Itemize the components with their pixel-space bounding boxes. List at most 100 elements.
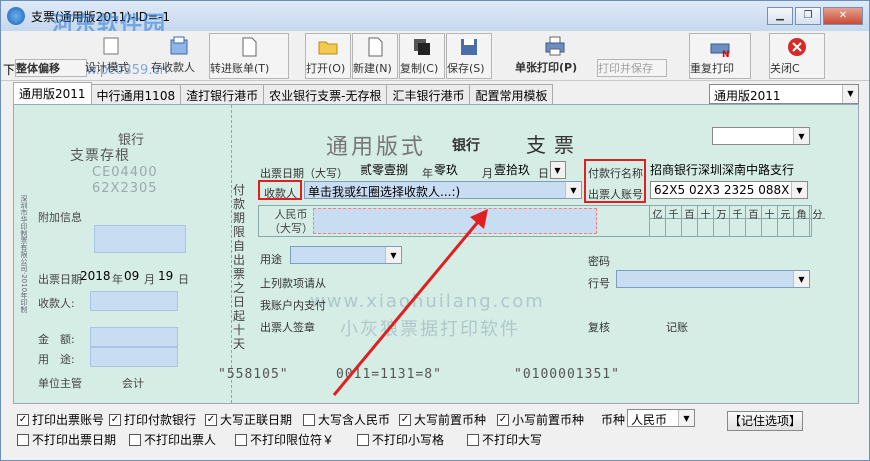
- option-checkbox[interactable]: 不打印出票日期: [17, 431, 116, 448]
- option-label: 不打印出票日期: [32, 433, 117, 447]
- stub-amount-field[interactable]: [90, 327, 178, 347]
- digit-header: 分: [810, 206, 825, 221]
- option-checkbox[interactable]: ✓ 打印付款银行: [109, 411, 196, 428]
- date-month: 零玖: [434, 163, 459, 177]
- cheque-stub: 银行 支票存根 CE04400 62X2305 深圳市华印制票有限公司·2010…: [14, 105, 232, 403]
- chevron-down-icon: ▼: [793, 128, 809, 144]
- account-select[interactable]: 62X5 02X3 2325 088X ▼: [650, 181, 808, 199]
- new-label: 新建(N): [353, 62, 392, 75]
- checkbox-empty-icon[interactable]: [17, 433, 29, 446]
- tab-standard-chartered-hkd[interactable]: 渣打银行港币: [180, 84, 265, 104]
- stub-attach-field[interactable]: [94, 225, 186, 253]
- toolbar-partial-label: 下: [3, 63, 16, 77]
- folder-open-icon: [318, 41, 338, 55]
- date-select[interactable]: ▼: [550, 161, 566, 179]
- option-checkbox[interactable]: 不打印小写格: [357, 431, 444, 448]
- repeat-print-label: 重复打印: [690, 62, 734, 75]
- option-label: 打印出票账号: [32, 413, 105, 427]
- digit-header: 百: [746, 206, 761, 221]
- cheque-type-select[interactable]: ▼: [712, 127, 810, 145]
- option-checkbox[interactable]: ✓ 大写前置币种: [399, 411, 486, 428]
- account-value: 62X5 02X3 2325 088X: [654, 183, 790, 197]
- amount-upper-field[interactable]: [313, 208, 597, 234]
- option-checkbox[interactable]: ✓ 小写前置币种: [497, 411, 584, 428]
- main-window: 支票(通用版2011)-ID=-1 河东软件园 ▁ ❐ ✕ www.pc0359…: [0, 0, 870, 461]
- validity-vertical-text: 付款期限自出票之日起十天: [232, 183, 245, 351]
- minimize-button[interactable]: ▁: [767, 7, 793, 25]
- amount-digit-grid: 亿千百十万千百十元角分: [649, 206, 825, 236]
- option-checkbox[interactable]: 不打印限位符￥: [235, 431, 334, 448]
- watermark-site: www.xiaohuilang.com: [310, 291, 545, 312]
- drawer-sign: 出票人签章: [260, 321, 315, 334]
- option-checkbox[interactable]: 不打印大写: [467, 431, 542, 448]
- option-checkbox[interactable]: 大写含人民币: [303, 411, 390, 428]
- stub-payee-field[interactable]: [90, 291, 178, 311]
- digit-header: 角: [794, 206, 809, 221]
- save-button[interactable]: 保存(S): [446, 33, 492, 79]
- stub-year-unit: 年: [112, 273, 123, 286]
- open-button[interactable]: 打开(O): [305, 33, 351, 79]
- option-checkbox[interactable]: 不打印出票人: [129, 431, 216, 448]
- option-label: 大写前置币种: [414, 413, 487, 427]
- whole-move-button[interactable]: 整体偏移: [15, 59, 87, 77]
- checkbox-checked-icon[interactable]: ✓: [109, 413, 121, 426]
- checkbox-checked-icon[interactable]: ✓: [17, 413, 29, 426]
- remember-options-button[interactable]: 【记住选项】: [727, 411, 803, 431]
- copy-button[interactable]: 复制(C): [399, 33, 445, 79]
- checkbox-empty-icon[interactable]: [235, 433, 247, 446]
- tab-common-templates[interactable]: 配置常用模板: [469, 84, 554, 104]
- tab-boc-1108[interactable]: 中行通用1108: [90, 84, 182, 104]
- template-select-value: 通用版2011: [714, 89, 781, 103]
- digit-header: 万: [714, 206, 729, 221]
- template-select[interactable]: 通用版2011 ▼: [709, 84, 859, 104]
- usage-select[interactable]: ▼: [290, 246, 402, 264]
- digit-cell: 千: [729, 206, 745, 236]
- save-payee-button[interactable]: 存收款人: [151, 33, 207, 79]
- tab-general-2011[interactable]: 通用版2011: [13, 82, 92, 104]
- currency-select[interactable]: 人民币 ▼: [627, 409, 695, 427]
- stub-month: 09: [124, 269, 140, 283]
- close-button[interactable]: 关闭C: [769, 33, 825, 79]
- checkbox-checked-icon[interactable]: ✓: [205, 413, 217, 426]
- date-label: 出票日期（大写）: [260, 167, 348, 180]
- usage-label: 用途: [260, 253, 282, 266]
- digit-header: 元: [778, 206, 793, 221]
- checkbox-empty-icon[interactable]: [303, 413, 315, 426]
- transfer-ledger-button[interactable]: 转进账单(T): [209, 33, 289, 79]
- date-year: 贰零壹捌: [360, 163, 409, 177]
- stub-payee-label: 收款人:: [38, 297, 75, 310]
- checkbox-checked-icon[interactable]: ✓: [497, 413, 509, 426]
- new-button[interactable]: 新建(N): [352, 33, 398, 79]
- checkbox-empty-icon[interactable]: [357, 433, 369, 446]
- tab-abc-no-stub[interactable]: 农业银行支票-无存根: [263, 84, 388, 104]
- rmb-label: 人民币: [274, 208, 308, 221]
- checkbox-empty-icon[interactable]: [129, 433, 141, 446]
- stub-usage-field[interactable]: [90, 347, 178, 367]
- digit-cell: 亿: [649, 206, 665, 236]
- toolbar: www.pc0359.cn 下 整体偏移 设计模式 存收款人 转进账单(T) 打…: [1, 31, 869, 81]
- repeat-print-button[interactable]: N 重复打印: [689, 33, 751, 79]
- option-checkbox[interactable]: ✓ 大写正联日期: [205, 411, 292, 428]
- option-checkbox[interactable]: ✓ 打印出票账号: [17, 411, 104, 428]
- payee-select[interactable]: 单击我或红圈选择收款人...:) ▼: [304, 181, 582, 199]
- tab-hsbc-hkd[interactable]: 汇丰银行港币: [386, 84, 471, 104]
- micr-bank-code: 0011=1131=8": [336, 367, 442, 382]
- digit-cell: 百: [745, 206, 761, 236]
- cheque-title: 通用版式: [326, 135, 427, 160]
- single-print-button[interactable]: 单张打印(P): [515, 33, 595, 79]
- copy-label: 复制(C): [400, 62, 439, 75]
- print-save-button[interactable]: 打印并保存: [597, 59, 667, 77]
- design-mode-button[interactable]: 设计模式: [85, 33, 137, 79]
- restore-button[interactable]: ❐: [795, 7, 821, 25]
- close-window-button[interactable]: ✕: [823, 7, 863, 25]
- close-circle-icon: [788, 38, 806, 56]
- amount-label: 人民币 （大写）: [269, 208, 313, 236]
- digit-cell: 百: [681, 206, 697, 236]
- app-icon: [7, 7, 25, 25]
- cheque-bank: 银行: [452, 138, 480, 154]
- checkbox-checked-icon[interactable]: ✓: [399, 413, 411, 426]
- checkbox-empty-icon[interactable]: [467, 433, 479, 446]
- design-icon: [103, 37, 119, 55]
- cheque-word: 支票: [526, 133, 582, 157]
- line-number-select[interactable]: ▼: [616, 270, 810, 288]
